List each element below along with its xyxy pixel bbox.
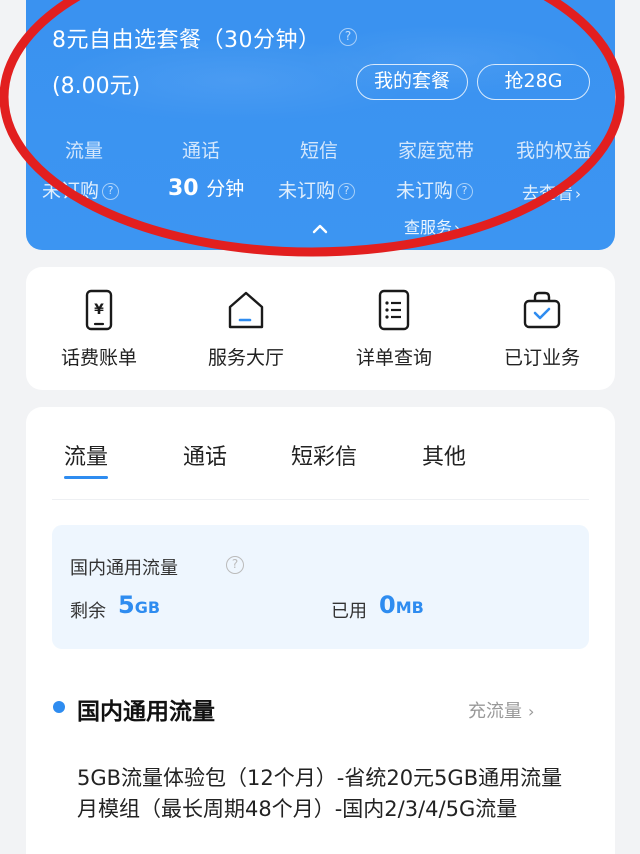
stat-value-calls-number: 30 xyxy=(168,176,199,201)
detail-list-icon xyxy=(378,289,410,331)
used-value: 0MB xyxy=(379,591,424,619)
tab-sms-mms[interactable]: 短彩信 xyxy=(291,439,357,471)
quick-actions: ¥ 话费账单 服务大厅 详单查询 已订业务 xyxy=(26,267,615,390)
quick-action-bill-label: 话费账单 xyxy=(60,347,137,369)
package-description: 5GB流量体验包（12个月）-省统20元5GB通用流量月模组（最长周期48个月）… xyxy=(77,766,563,821)
plan-price: (8.00元) xyxy=(52,74,141,99)
stat-value-rights[interactable]: 去查看 › xyxy=(522,179,581,204)
recharge-link[interactable]: 充流量 › xyxy=(468,697,534,723)
stat-value-broadband-text: 未订购 xyxy=(396,180,454,202)
tab-calls[interactable]: 通话 xyxy=(183,439,227,471)
quick-action-service-hall[interactable]: 服务大厅 xyxy=(181,289,311,370)
stat-label-broadband: 家庭宽带 xyxy=(398,140,475,162)
help-icon[interactable]: ? xyxy=(338,183,356,200)
quick-action-subscribed-label: 已订业务 xyxy=(503,347,580,369)
stat-value-calls-unit: 分钟 xyxy=(206,178,245,200)
stat-value-calls[interactable]: 30 分钟 xyxy=(168,174,244,201)
stat-value-sms[interactable]: 未订购? xyxy=(278,176,356,203)
check-service-text: 查服务 xyxy=(404,218,453,237)
help-icon[interactable]: ? xyxy=(102,183,120,200)
quick-action-subscribed[interactable]: 已订业务 xyxy=(477,289,607,370)
data-usage-title: 国内通用流量 xyxy=(70,558,178,579)
chevron-right-icon: › xyxy=(454,219,461,237)
quick-action-service-hall-label: 服务大厅 xyxy=(207,347,284,369)
used-unit: MB xyxy=(395,598,424,617)
check-service-link[interactable]: 查服务 › xyxy=(404,214,460,238)
remain-value: 5GB xyxy=(118,591,160,619)
quick-action-detail[interactable]: 详单查询 xyxy=(329,289,459,370)
remain-unit: GB xyxy=(134,598,161,617)
stat-value-rights-text: 去查看 xyxy=(522,184,573,204)
quick-action-bill[interactable]: ¥ 话费账单 xyxy=(34,289,164,370)
bag-check-icon xyxy=(523,291,561,329)
chevron-right-icon: › xyxy=(528,702,535,721)
chevron-right-icon: › xyxy=(575,185,581,203)
used-number: 0 xyxy=(379,591,396,619)
tab-other[interactable]: 其他 xyxy=(422,439,466,471)
stat-label-sms: 短信 xyxy=(300,140,339,162)
remain-number: 5 xyxy=(118,591,135,619)
chevron-up-icon[interactable] xyxy=(311,220,329,238)
usage-panel: 流量 通话 短彩信 其他 国内通用流量 ? 剩余 5GB 已用 0MB 国内通用… xyxy=(26,407,615,854)
plan-help-icon[interactable]: ? xyxy=(339,26,357,46)
used-label: 已用 xyxy=(331,601,367,622)
home-icon xyxy=(228,291,264,329)
tab-data[interactable]: 流量 xyxy=(64,439,109,479)
stat-label-data: 流量 xyxy=(65,140,104,162)
recharge-text: 充流量 xyxy=(468,701,522,722)
help-icon[interactable]: ? xyxy=(456,183,474,200)
stat-value-data-text: 未订购 xyxy=(42,180,100,202)
bill-phone-icon: ¥ xyxy=(85,289,113,331)
data-usage-box: 国内通用流量 ? 剩余 5GB 已用 0MB xyxy=(52,525,589,649)
stat-value-sms-text: 未订购 xyxy=(278,180,336,202)
section-bullet xyxy=(53,701,65,713)
stat-value-data[interactable]: 未订购? xyxy=(42,176,120,203)
my-plan-button[interactable]: 我的套餐 xyxy=(356,64,468,100)
data-usage-help-icon[interactable]: ? xyxy=(226,554,244,574)
stat-value-broadband[interactable]: 未订购? xyxy=(396,176,474,203)
svg-text:¥: ¥ xyxy=(94,302,104,318)
stat-label-calls: 通话 xyxy=(182,140,221,162)
plan-card: 8元自由选套餐（30分钟） ? (8.00元) 我的套餐 抢28G 流量 未订购… xyxy=(26,0,615,250)
grab-28g-button[interactable]: 抢28G xyxy=(477,64,590,100)
stat-label-rights: 我的权益 xyxy=(516,140,593,162)
section-title: 国内通用流量 xyxy=(77,699,215,725)
remain-label: 剩余 xyxy=(70,601,106,622)
quick-action-detail-label: 详单查询 xyxy=(355,347,432,369)
tab-divider xyxy=(52,499,589,500)
plan-title: 8元自由选套餐（30分钟） xyxy=(52,28,321,53)
plan-stats: 流量 未订购? 通话 30 分钟 短信 未订购? 家庭宽带 未订购? 我的权益 … xyxy=(26,136,615,216)
